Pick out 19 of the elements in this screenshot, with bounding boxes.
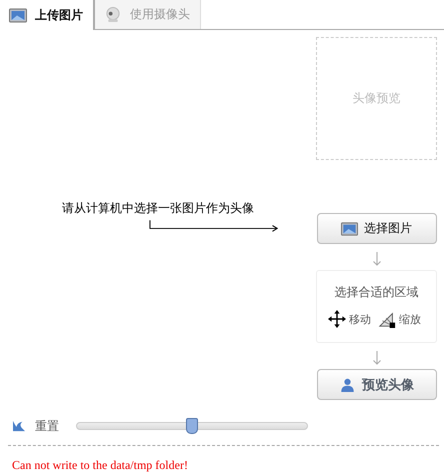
move-icon: [328, 310, 346, 328]
crop-hint-title: 选择合适的区域: [334, 284, 418, 301]
webcam-icon: [104, 7, 122, 22]
picture-icon: [9, 8, 27, 22]
preview-caption: 头像预览: [352, 90, 400, 107]
resize-icon: [378, 310, 396, 328]
choose-picture-button[interactable]: 选择图片: [316, 213, 436, 244]
slider-thumb[interactable]: [186, 418, 198, 434]
scale-label: 缩放: [399, 312, 421, 326]
instruction-text: 请从计算机中选择一张图片作为头像: [62, 200, 255, 217]
down-arrow-icon: [372, 351, 382, 365]
move-label: 移动: [349, 312, 371, 326]
preview-avatar-button[interactable]: 预览头像: [316, 369, 436, 400]
tab[interactable]: 上传图片: [0, 0, 94, 30]
reset-label[interactable]: 重置: [35, 418, 59, 434]
picture-icon: [341, 222, 358, 236]
down-arrow-icon: [372, 252, 382, 266]
error-message: Can not write to the data/tmp folder!: [12, 458, 189, 473]
user-icon: [339, 378, 356, 392]
